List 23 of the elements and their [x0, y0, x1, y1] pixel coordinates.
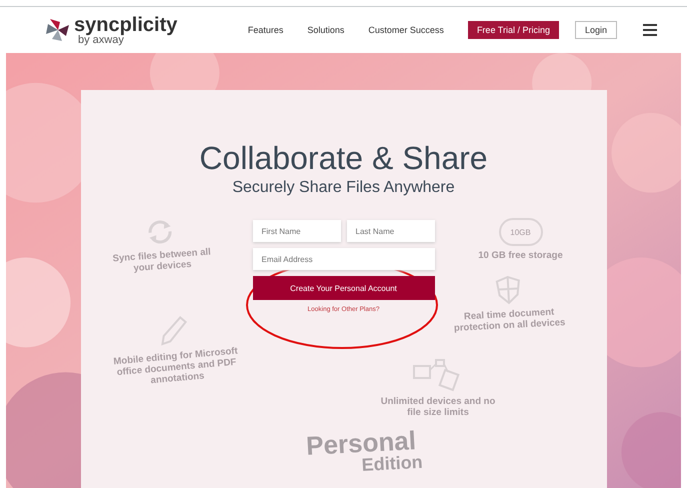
feature-text: Sync files between all your devices [110, 246, 212, 276]
hero-subtitle: Securely Share Files Anywhere [231, 179, 456, 197]
email-field[interactable]: Email Address [252, 248, 434, 270]
last-name-field[interactable]: Last Name [346, 220, 434, 242]
first-name-field[interactable]: First Name [252, 220, 340, 242]
cloud-icon: 10GB [498, 218, 542, 246]
nav-link[interactable]: Customer Success [368, 25, 444, 35]
nav-link[interactable]: Features [248, 25, 284, 35]
logo-icon [44, 16, 72, 44]
feature-text: Mobile editing for Microsoft office documents and PDF annotations [112, 344, 239, 388]
feature-text: Real time document protection on all devices [452, 306, 566, 334]
menu-icon[interactable] [643, 24, 657, 36]
create-account-button[interactable]: Create Your Personal Account [252, 276, 434, 300]
edition-label: Edition [360, 452, 423, 474]
nav-link[interactable]: Solutions [307, 25, 344, 35]
hero-title: Collaborate & Share [198, 140, 489, 177]
login-button[interactable]: Login [574, 21, 617, 39]
shield-icon [494, 274, 522, 306]
free-trial-button[interactable]: Free Trial / Pricing [468, 21, 559, 39]
logo-name: syncplicity [74, 14, 178, 34]
feature-text: 10 GB free storage [478, 250, 563, 261]
logo-subtitle: by axway [78, 34, 124, 46]
feature-text: Unlimited devices and no file size limits [380, 396, 496, 418]
